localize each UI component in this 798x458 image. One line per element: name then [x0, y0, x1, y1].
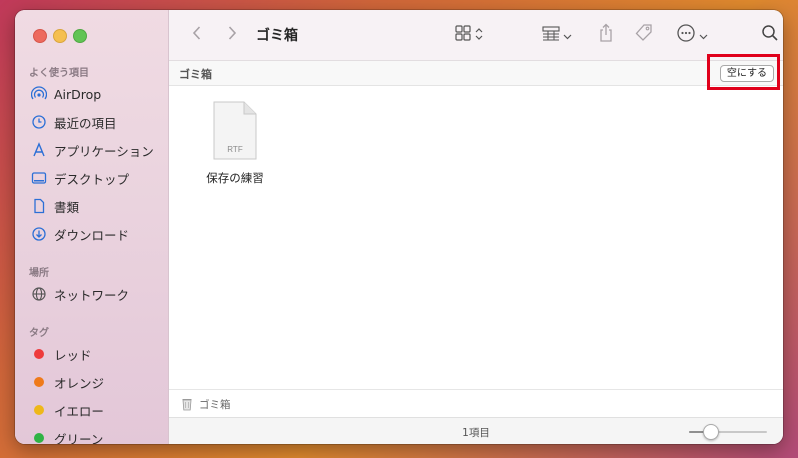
minimize-window-button[interactable]: [53, 29, 67, 43]
close-window-button[interactable]: [33, 29, 47, 43]
icon-size-slider-knob[interactable]: [703, 424, 720, 440]
share-icon: [598, 23, 614, 47]
sidebar-item-tag-green[interactable]: グリーン: [15, 425, 168, 444]
tag-dot-icon: [31, 346, 47, 362]
tag-dot-icon: [31, 374, 47, 390]
document-icon: [31, 198, 47, 214]
sidebar-item-label: 書類: [54, 199, 80, 215]
sidebar-item-documents[interactable]: 書類: [15, 193, 168, 219]
bottom-path-label: ゴミ箱: [199, 399, 231, 411]
highlight-box: [707, 54, 780, 90]
finder-window: よく使う項目 AirDrop 最近の項目 アプリケーション デスクトップ 書類 …: [15, 10, 783, 444]
share-button[interactable]: [595, 23, 617, 47]
tag-dot-icon: [31, 430, 47, 444]
action-menu-button[interactable]: [674, 23, 710, 47]
trash-icon: [181, 396, 193, 415]
chevron-updown-icon: [475, 26, 483, 45]
sidebar-item-label: イエロー: [54, 403, 104, 419]
zoom-window-button[interactable]: [73, 29, 87, 43]
toolbar: ゴミ箱: [169, 10, 783, 61]
sidebar-item-network[interactable]: ネットワーク: [15, 281, 168, 307]
sidebar-item-label: レッド: [54, 347, 92, 363]
group-button[interactable]: [539, 23, 575, 47]
search-icon: [761, 24, 779, 46]
sidebar-item-tag-yellow[interactable]: イエロー: [15, 397, 168, 423]
network-icon: [31, 286, 47, 302]
grid-view-icon: [455, 25, 471, 45]
file-area: RTF 保存の練習: [169, 86, 783, 388]
clock-icon: [31, 114, 47, 130]
status-bar: 1項目: [169, 417, 783, 444]
sidebar-item-downloads[interactable]: ダウンロード: [15, 221, 168, 247]
sidebar: よく使う項目 AirDrop 最近の項目 アプリケーション デスクトップ 書類 …: [15, 10, 169, 444]
file-item[interactable]: RTF 保存の練習: [199, 100, 271, 186]
chevron-left-icon: [191, 25, 203, 45]
tag-icon: [634, 23, 654, 47]
path-bar-label: ゴミ箱: [179, 68, 212, 81]
sidebar-item-applications[interactable]: アプリケーション: [15, 137, 168, 163]
desktop-icon: [31, 170, 47, 186]
window-title: ゴミ箱: [256, 28, 298, 44]
sidebar-item-label: オレンジ: [54, 375, 105, 391]
sidebar-section-locations-title: 場所: [29, 268, 49, 279]
sidebar-item-tag-orange[interactable]: オレンジ: [15, 369, 168, 395]
sidebar-item-label: アプリケーション: [54, 143, 154, 159]
download-icon: [31, 226, 47, 242]
sidebar-item-label: デスクトップ: [54, 171, 130, 187]
sidebar-item-label: AirDrop: [54, 86, 102, 102]
view-mode-button[interactable]: [451, 23, 487, 47]
tag-button[interactable]: [632, 23, 656, 47]
back-button[interactable]: [187, 23, 207, 47]
path-bar: ゴミ箱 空にする: [169, 61, 783, 86]
sidebar-item-tag-red[interactable]: レッド: [15, 341, 168, 367]
airdrop-icon: [31, 86, 47, 102]
chevron-down-icon: [563, 26, 572, 45]
tag-dot-icon: [31, 402, 47, 418]
file-name: 保存の練習: [206, 171, 264, 185]
sidebar-item-label: ダウンロード: [54, 227, 130, 243]
sidebar-item-recents[interactable]: 最近の項目: [15, 109, 168, 135]
sidebar-section-tags-title: タグ: [29, 328, 49, 339]
ellipsis-circle-icon: [676, 23, 696, 47]
sidebar-item-desktop[interactable]: デスクトップ: [15, 165, 168, 191]
sidebar-item-airdrop[interactable]: AirDrop: [15, 81, 168, 107]
search-button[interactable]: [759, 23, 781, 47]
file-type-label: RTF: [227, 145, 243, 154]
group-icon: [542, 25, 560, 45]
sidebar-item-label: グリーン: [54, 431, 104, 445]
chevron-down-icon: [699, 26, 708, 45]
sidebar-section-favorites-title: よく使う項目: [29, 68, 89, 79]
rtf-file-icon: RTF: [211, 101, 259, 166]
applications-icon: [31, 142, 47, 158]
forward-button[interactable]: [222, 23, 242, 47]
bottom-path-bar: ゴミ箱: [169, 389, 783, 417]
chevron-right-icon: [226, 25, 238, 45]
sidebar-item-label: ネットワーク: [54, 287, 130, 303]
sidebar-item-label: 最近の項目: [54, 115, 117, 131]
